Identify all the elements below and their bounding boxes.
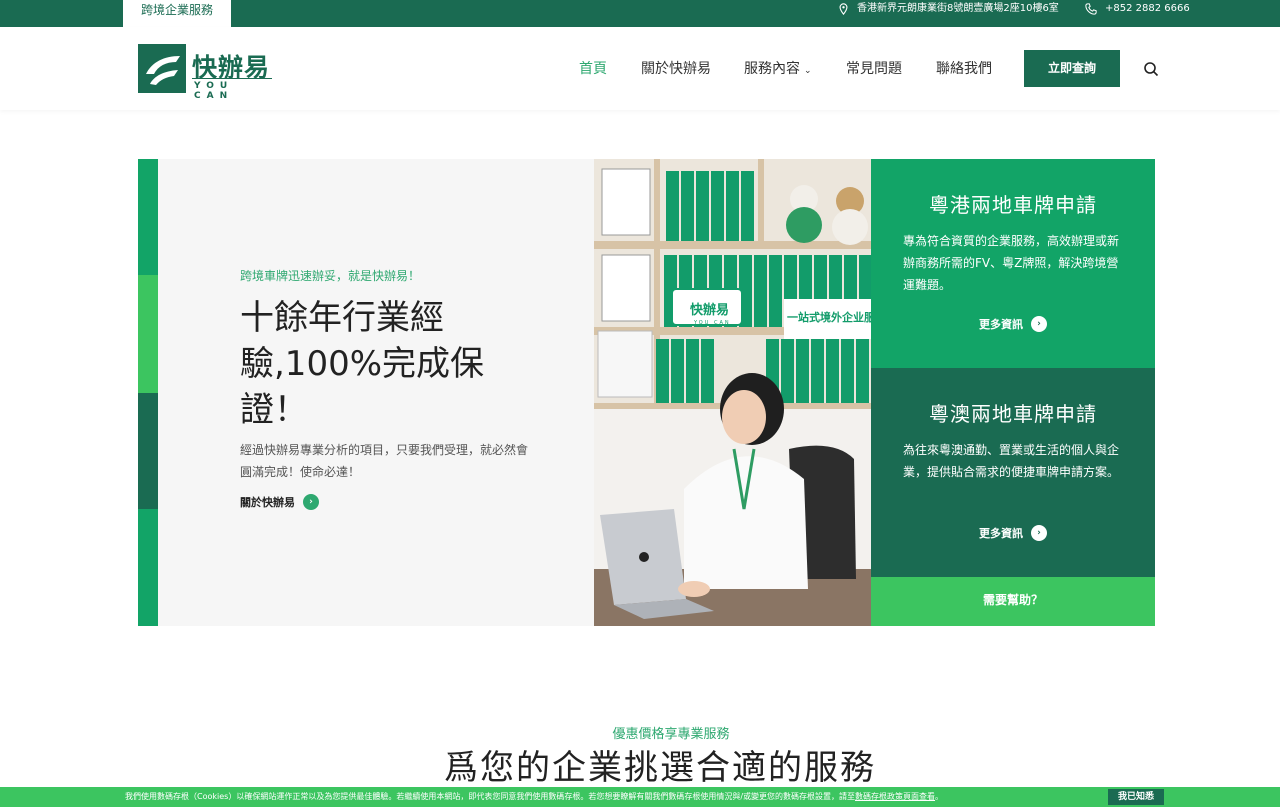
card-more-label: 更多資訊 <box>979 527 1023 540</box>
site-header: 快辦易 YOU CAN 首頁 關於快辦易 服務內容 ⌄ 常見問題 聯絡我們 立即查… <box>0 27 1280 110</box>
top-tab-cross-border[interactable]: 跨境企業服務 <box>123 0 231 27</box>
nav-about[interactable]: 關於快辦易 <box>641 58 711 78</box>
map-pin-icon <box>839 3 848 15</box>
chevron-down-icon: ⌄ <box>804 66 812 76</box>
hero-section: 跨境車牌迅速辦妥，就是快辦易！ 十餘年行業經驗,100%完成保證！ 經過快辦易專… <box>138 159 1155 626</box>
cookie-message: 我們使用數碼存根（Cookies）以確保網站運作正常以及為您提供最佳體驗。若繼續… <box>125 787 943 807</box>
nav-services-label: 服務內容 <box>744 61 800 77</box>
hero-stripe-segment <box>138 159 158 275</box>
site-logo[interactable]: 快辦易 YOU CAN <box>138 44 272 101</box>
card-more-link[interactable]: 更多資訊 › <box>871 316 1155 332</box>
poster-text: 一站式境外企业服务 <box>787 310 871 324</box>
card-title: 粵港兩地車牌申請 <box>929 193 1097 217</box>
nav-home[interactable]: 首頁 <box>579 58 607 78</box>
poster-logo: 快辦易 <box>690 302 729 318</box>
nav-faq[interactable]: 常見問題 <box>846 58 902 78</box>
arrow-right-icon: › <box>1031 316 1047 332</box>
office-photo: 快辦易 YOU CAN 一站式境外企业服务 <box>594 159 871 626</box>
card-guangdong-hk-plate: 粵港兩地車牌申請 專為符合資質的企業服務，高效辦理或新辦商務所需的FV、粵Z牌照… <box>871 159 1155 368</box>
logo-subtitle: YOU CAN <box>194 81 234 101</box>
about-link-label: 關於快辦易 <box>240 496 295 509</box>
poster-logo-sub: YOU CAN <box>693 320 731 326</box>
cookie-message-text: 我們使用數碼存根（Cookies）以確保網站運作正常以及為您提供最佳體驗。若繼續… <box>125 792 856 801</box>
hero-stripe-segment <box>138 509 158 626</box>
cookie-policy-link[interactable]: 數碼存根政策頁面查看 <box>855 792 935 801</box>
top-bar: 跨境企業服務 香港新界元朗康業街8號朗壹廣場2座10樓6室 +852 2882 … <box>0 0 1280 27</box>
section-title: 爲您的企業挑選合適的服務 <box>444 748 876 788</box>
logo-mark <box>138 44 186 93</box>
arrow-right-icon: › <box>1031 525 1047 541</box>
nav-contact[interactable]: 聯絡我們 <box>936 58 992 78</box>
search-icon[interactable] <box>1143 61 1159 77</box>
phone-icon <box>1085 3 1097 15</box>
card-more-link[interactable]: 更多資訊 › <box>871 525 1155 541</box>
card-text: 專為符合資質的企業服務，高效辦理或新辦商務所需的FV、粵Z牌照，解決跨境營運難題… <box>903 234 1120 292</box>
phone-text: +852 2882 6666 <box>1105 3 1190 14</box>
logo-divider <box>192 78 272 79</box>
about-link[interactable]: 關於快辦易 › <box>240 494 319 510</box>
card-text: 為往來粵澳通勤、置業或生活的個人與企業，提供貼合需求的便捷車牌申請方案。 <box>903 443 1120 479</box>
address-text: 香港新界元朗康業街8號朗壹廣場2座10樓6室 <box>857 3 1059 14</box>
arrow-right-icon: › <box>303 494 319 510</box>
cookie-banner: 我們使用數碼存根（Cookies）以確保網站運作正常以及為您提供最佳體驗。若繼續… <box>0 787 1280 807</box>
cookie-accept-button[interactable]: 我已知悉 <box>1108 789 1164 805</box>
nav-services[interactable]: 服務內容 ⌄ <box>744 58 812 78</box>
hero-kicker: 跨境車牌迅速辦妥，就是快辦易！ <box>240 269 421 283</box>
need-help-button[interactable]: 需要幫助？ <box>871 577 1155 626</box>
card-guangdong-macau-plate: 粵澳兩地車牌申請 為往來粵澳通勤、置業或生活的個人與企業，提供貼合需求的便捷車牌… <box>871 368 1155 577</box>
address-info: 香港新界元朗康業街8號朗壹廣場2座10樓6室 <box>838 0 1059 18</box>
phone-info[interactable]: +852 2882 6666 <box>1085 0 1190 18</box>
card-more-label: 更多資訊 <box>979 318 1023 331</box>
hero-headline: 十餘年行業經驗,100%完成保證！ <box>240 298 485 430</box>
card-title: 粵澳兩地車牌申請 <box>929 402 1097 426</box>
enquire-now-button[interactable]: 立即查詢 <box>1024 50 1120 87</box>
hero-intro-panel: 跨境車牌迅速辦妥，就是快辦易！ 十餘年行業經驗,100%完成保證！ 經過快辦易專… <box>158 159 594 626</box>
hero-stripe-segment <box>138 393 158 509</box>
cookie-message-suffix: 。 <box>935 792 944 801</box>
hero-stripe-segment <box>138 275 158 393</box>
hero-description: 經過快辦易專業分析的項目，只要我們受理，就必然會圓滿完成！使命必達！ <box>240 443 529 479</box>
